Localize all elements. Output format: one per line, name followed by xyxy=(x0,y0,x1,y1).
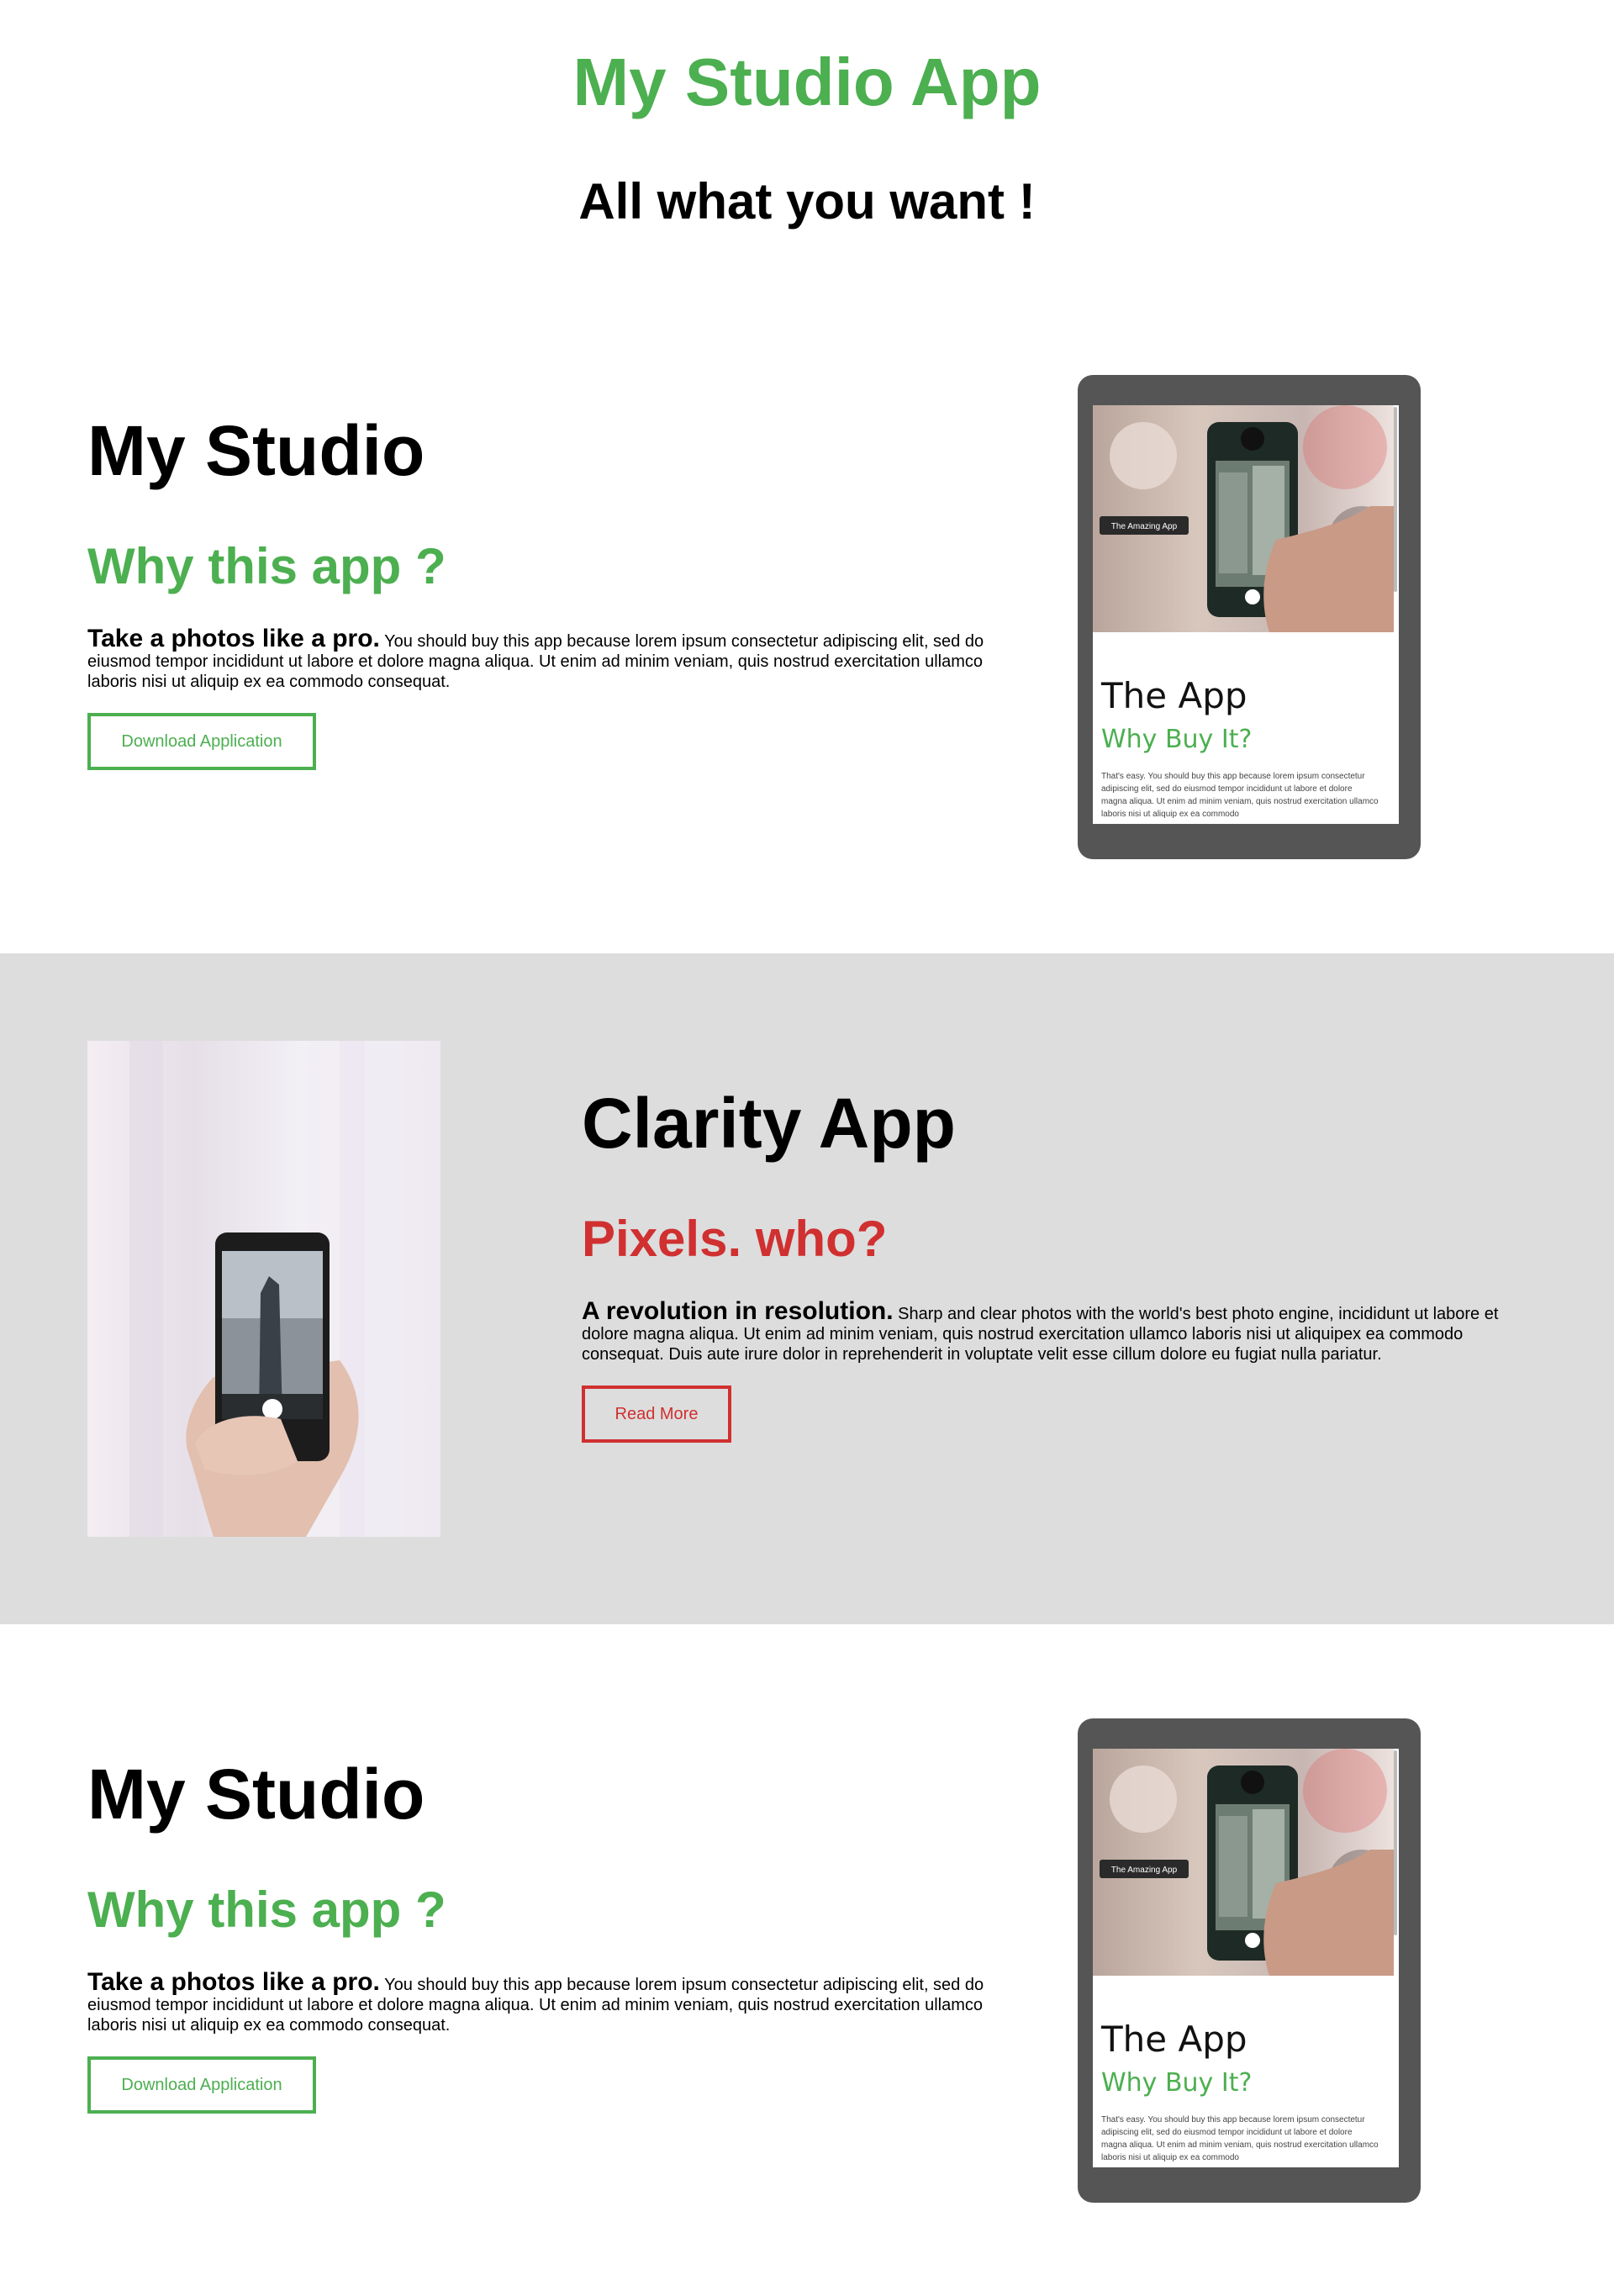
section-text: Take a photos like a pro. You should buy… xyxy=(87,1970,995,2035)
tablet-screen: The Amazing App The App Why Buy It? That… xyxy=(1093,405,1399,824)
tablet-text: That's easy. You should buy this app bec… xyxy=(1101,772,1379,819)
section-lead: A revolution in resolution. xyxy=(582,1297,894,1325)
phone-photo xyxy=(87,1041,440,1537)
section-title: My Studio xyxy=(87,1755,425,1834)
section-title: Clarity App xyxy=(582,1084,956,1163)
tablet-screen: The Amazing App The App Why Buy It? That… xyxy=(1093,1749,1399,2167)
tablet-title: The App xyxy=(1101,2019,1247,2060)
tablet-mockup: The Amazing App The App Why Buy It? That… xyxy=(1078,375,1421,859)
app-title: My Studio App xyxy=(572,45,1042,119)
tablet-badge: The Amazing App xyxy=(1111,1866,1178,1875)
app-tagline: All what you want ! xyxy=(578,173,1036,230)
section-subtitle: Pixels. who? xyxy=(582,1211,888,1267)
section-title: My Studio xyxy=(87,411,425,490)
read-more-button[interactable]: Read More xyxy=(582,1386,731,1443)
section-subtitle: Why this app ? xyxy=(87,538,446,594)
section-lead: Take a photos like a pro. xyxy=(87,1968,380,1996)
section-subtitle: Why this app ? xyxy=(87,1882,446,1938)
download-application-button[interactable]: Download Application xyxy=(87,713,316,770)
section-lead: Take a photos like a pro. xyxy=(87,625,380,652)
tablet-title: The App xyxy=(1101,675,1247,716)
tablet-badge: The Amazing App xyxy=(1111,522,1178,531)
tablet-subtitle: Why Buy It? xyxy=(1101,725,1253,754)
tablet-mockup: The Amazing App The App Why Buy It? That… xyxy=(1078,1718,1421,2203)
section-text: A revolution in resolution. Sharp and cl… xyxy=(582,1299,1506,1364)
download-application-button[interactable]: Download Application xyxy=(87,2056,316,2114)
tablet-text: That's easy. You should buy this app bec… xyxy=(1101,2115,1379,2162)
tablet-hero-image: The Amazing App xyxy=(1093,1749,1394,1976)
section-text: Take a photos like a pro. You should buy… xyxy=(87,626,995,692)
tablet-subtitle: Why Buy It? xyxy=(1101,2068,1253,2098)
tablet-scrollbar[interactable] xyxy=(1394,407,1397,592)
tablet-hero-image: The Amazing App xyxy=(1093,405,1394,632)
tablet-scrollbar[interactable] xyxy=(1394,1750,1397,1935)
